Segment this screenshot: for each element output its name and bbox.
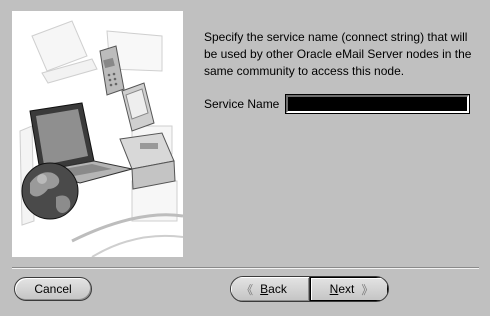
double-chevron-right-icon: 》: [361, 282, 374, 297]
wizard-illustration: [12, 11, 183, 257]
cancel-button[interactable]: Cancel: [14, 277, 92, 301]
next-label: Next: [329, 282, 355, 296]
service-name-row: Service Name: [204, 93, 470, 115]
button-divider: [12, 267, 479, 269]
back-button[interactable]: 《 Back: [231, 277, 310, 301]
back-label: Back: [260, 282, 287, 296]
laptop-globe-computers-illustration: [19, 20, 183, 257]
navigation-buttons: 《 Back Next 》: [230, 276, 389, 302]
service-name-input[interactable]: [285, 94, 470, 114]
next-button[interactable]: Next 》: [310, 277, 388, 301]
double-chevron-left-icon: 《: [241, 282, 254, 297]
instructions-text: Specify the service name (connect string…: [204, 30, 472, 78]
service-name-label: Service Name: [204, 97, 280, 111]
